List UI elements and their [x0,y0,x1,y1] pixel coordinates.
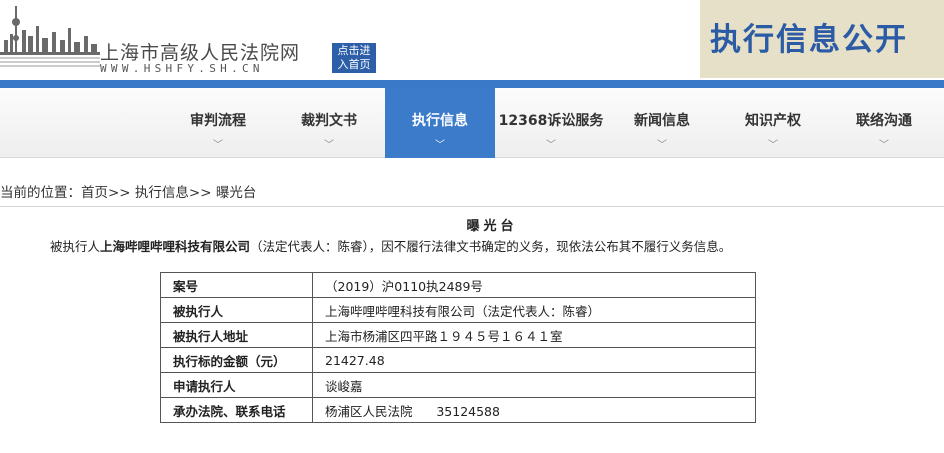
page-title: 曝光台 [466,219,518,234]
chevron-down-icon: ﹀ [657,140,667,151]
nav-item-label: 知识产权 [745,113,801,129]
row-value: 杨浦区人民法院 35124588 [312,397,756,423]
table-row: 被执行人 上海哔哩哔哩科技有限公司（法定代表人：陈睿） [160,297,756,323]
row-key: 被执行人 [160,297,313,323]
nav-item-judgment-documents[interactable]: 裁判文书 ﹀ [274,88,384,158]
enter-home-line1: 点击进 [337,44,371,57]
row-value: 上海市杨浦区四平路１９４５号１６４１室 [312,322,756,348]
site-header: 上海市高级人民法院网 WWW.HSHFY.SH.CN 点击进 入首页 执行信息公… [0,0,944,80]
nav-item-label: 新闻信息 [634,113,690,129]
row-value: 21427.48 [312,347,756,373]
breadcrumb-section-link[interactable]: 执行信息 [135,185,189,201]
site-url: WWW.HSHFY.SH.CN [100,62,264,75]
row-value: （2019）沪0110执2489号 [312,272,756,298]
chevron-down-icon: ﹀ [879,140,889,151]
breadcrumb-divider [0,206,944,207]
nav-item-trial-process[interactable]: 审判流程 ﹀ [163,88,273,158]
row-key: 执行标的金额（元） [160,347,313,373]
nav-top-border [0,80,944,88]
nav-item-news[interactable]: 新闻信息 ﹀ [607,88,717,158]
nav-item-ip[interactable]: 知识产权 ﹀ [718,88,828,158]
site-name: 上海市高级人民法院网 [100,42,301,64]
nav-item-label: 裁判文书 [301,113,357,129]
main-nav: 审判流程 ﹀ 裁判文书 ﹀ 执行信息 ﹀ 12368诉讼服务 ﹀ 新闻信息 ﹀ … [0,88,944,158]
enter-home-line2: 入首页 [337,58,371,71]
banner-title: 执行信息公开 [710,22,908,58]
breadcrumb-separator: >> [188,185,216,201]
row-key: 承办法院、联系电话 [160,397,313,423]
breadcrumb-home-link[interactable]: 首页 [81,185,108,201]
shanghai-skyline-logo [0,6,100,67]
nav-item-execution-info[interactable]: 执行信息 ﹀ [385,88,495,158]
row-key: 案号 [160,272,313,298]
enter-home-button[interactable]: 点击进 入首页 [332,43,376,73]
intro-prefix: 被执行人 [50,239,101,254]
nav-item-label: 12368诉讼服务 [498,113,604,129]
chevron-down-icon: ﹀ [546,140,556,151]
nav-item-label: 执行信息 [412,113,468,129]
nav-item-label: 联络沟通 [856,113,912,129]
nav-item-12368-service[interactable]: 12368诉讼服务 ﹀ [496,88,606,158]
chevron-down-icon: ﹀ [768,140,778,151]
table-row: 被执行人地址 上海市杨浦区四平路１９４５号１６４１室 [160,322,756,348]
nav-item-label: 审判流程 [190,113,246,129]
case-info-table: 案号 （2019）沪0110执2489号 被执行人 上海哔哩哔哩科技有限公司（法… [160,272,756,423]
breadcrumb-prefix: 当前的位置： [0,185,81,201]
intro-company: 上海哔哩哔哩科技有限公司 [100,239,251,254]
banner: 执行信息公开 [700,0,944,78]
table-row: 申请执行人 谈峻嘉 [160,372,756,398]
table-row: 承办法院、联系电话 杨浦区人民法院 35124588 [160,397,756,423]
breadcrumb-current: 曝光台 [215,185,257,201]
table-row: 案号 （2019）沪0110执2489号 [160,272,756,298]
chevron-down-icon: ﹀ [435,140,445,151]
chevron-down-icon: ﹀ [213,140,223,151]
row-value: 上海哔哩哔哩科技有限公司（法定代表人：陈睿） [312,297,756,323]
nav-item-contact[interactable]: 联络沟通 ﹀ [829,88,939,158]
row-key: 申请执行人 [160,372,313,398]
chevron-down-icon: ﹀ [324,140,334,151]
breadcrumb-separator: >> [108,185,135,201]
intro-text: 被执行人上海哔哩哔哩科技有限公司（法定代表人：陈睿），因不履行法律文书确定的义务… [50,236,731,255]
row-value: 谈峻嘉 [312,372,756,398]
intro-suffix: （法定代表人：陈睿），因不履行法律文书确定的义务，现依法公布其不履行义务信息。 [250,239,732,254]
breadcrumb: 当前的位置：首页>> 执行信息>> 曝光台 [0,181,256,201]
row-key: 被执行人地址 [160,322,313,348]
table-row: 执行标的金额（元） 21427.48 [160,347,756,373]
